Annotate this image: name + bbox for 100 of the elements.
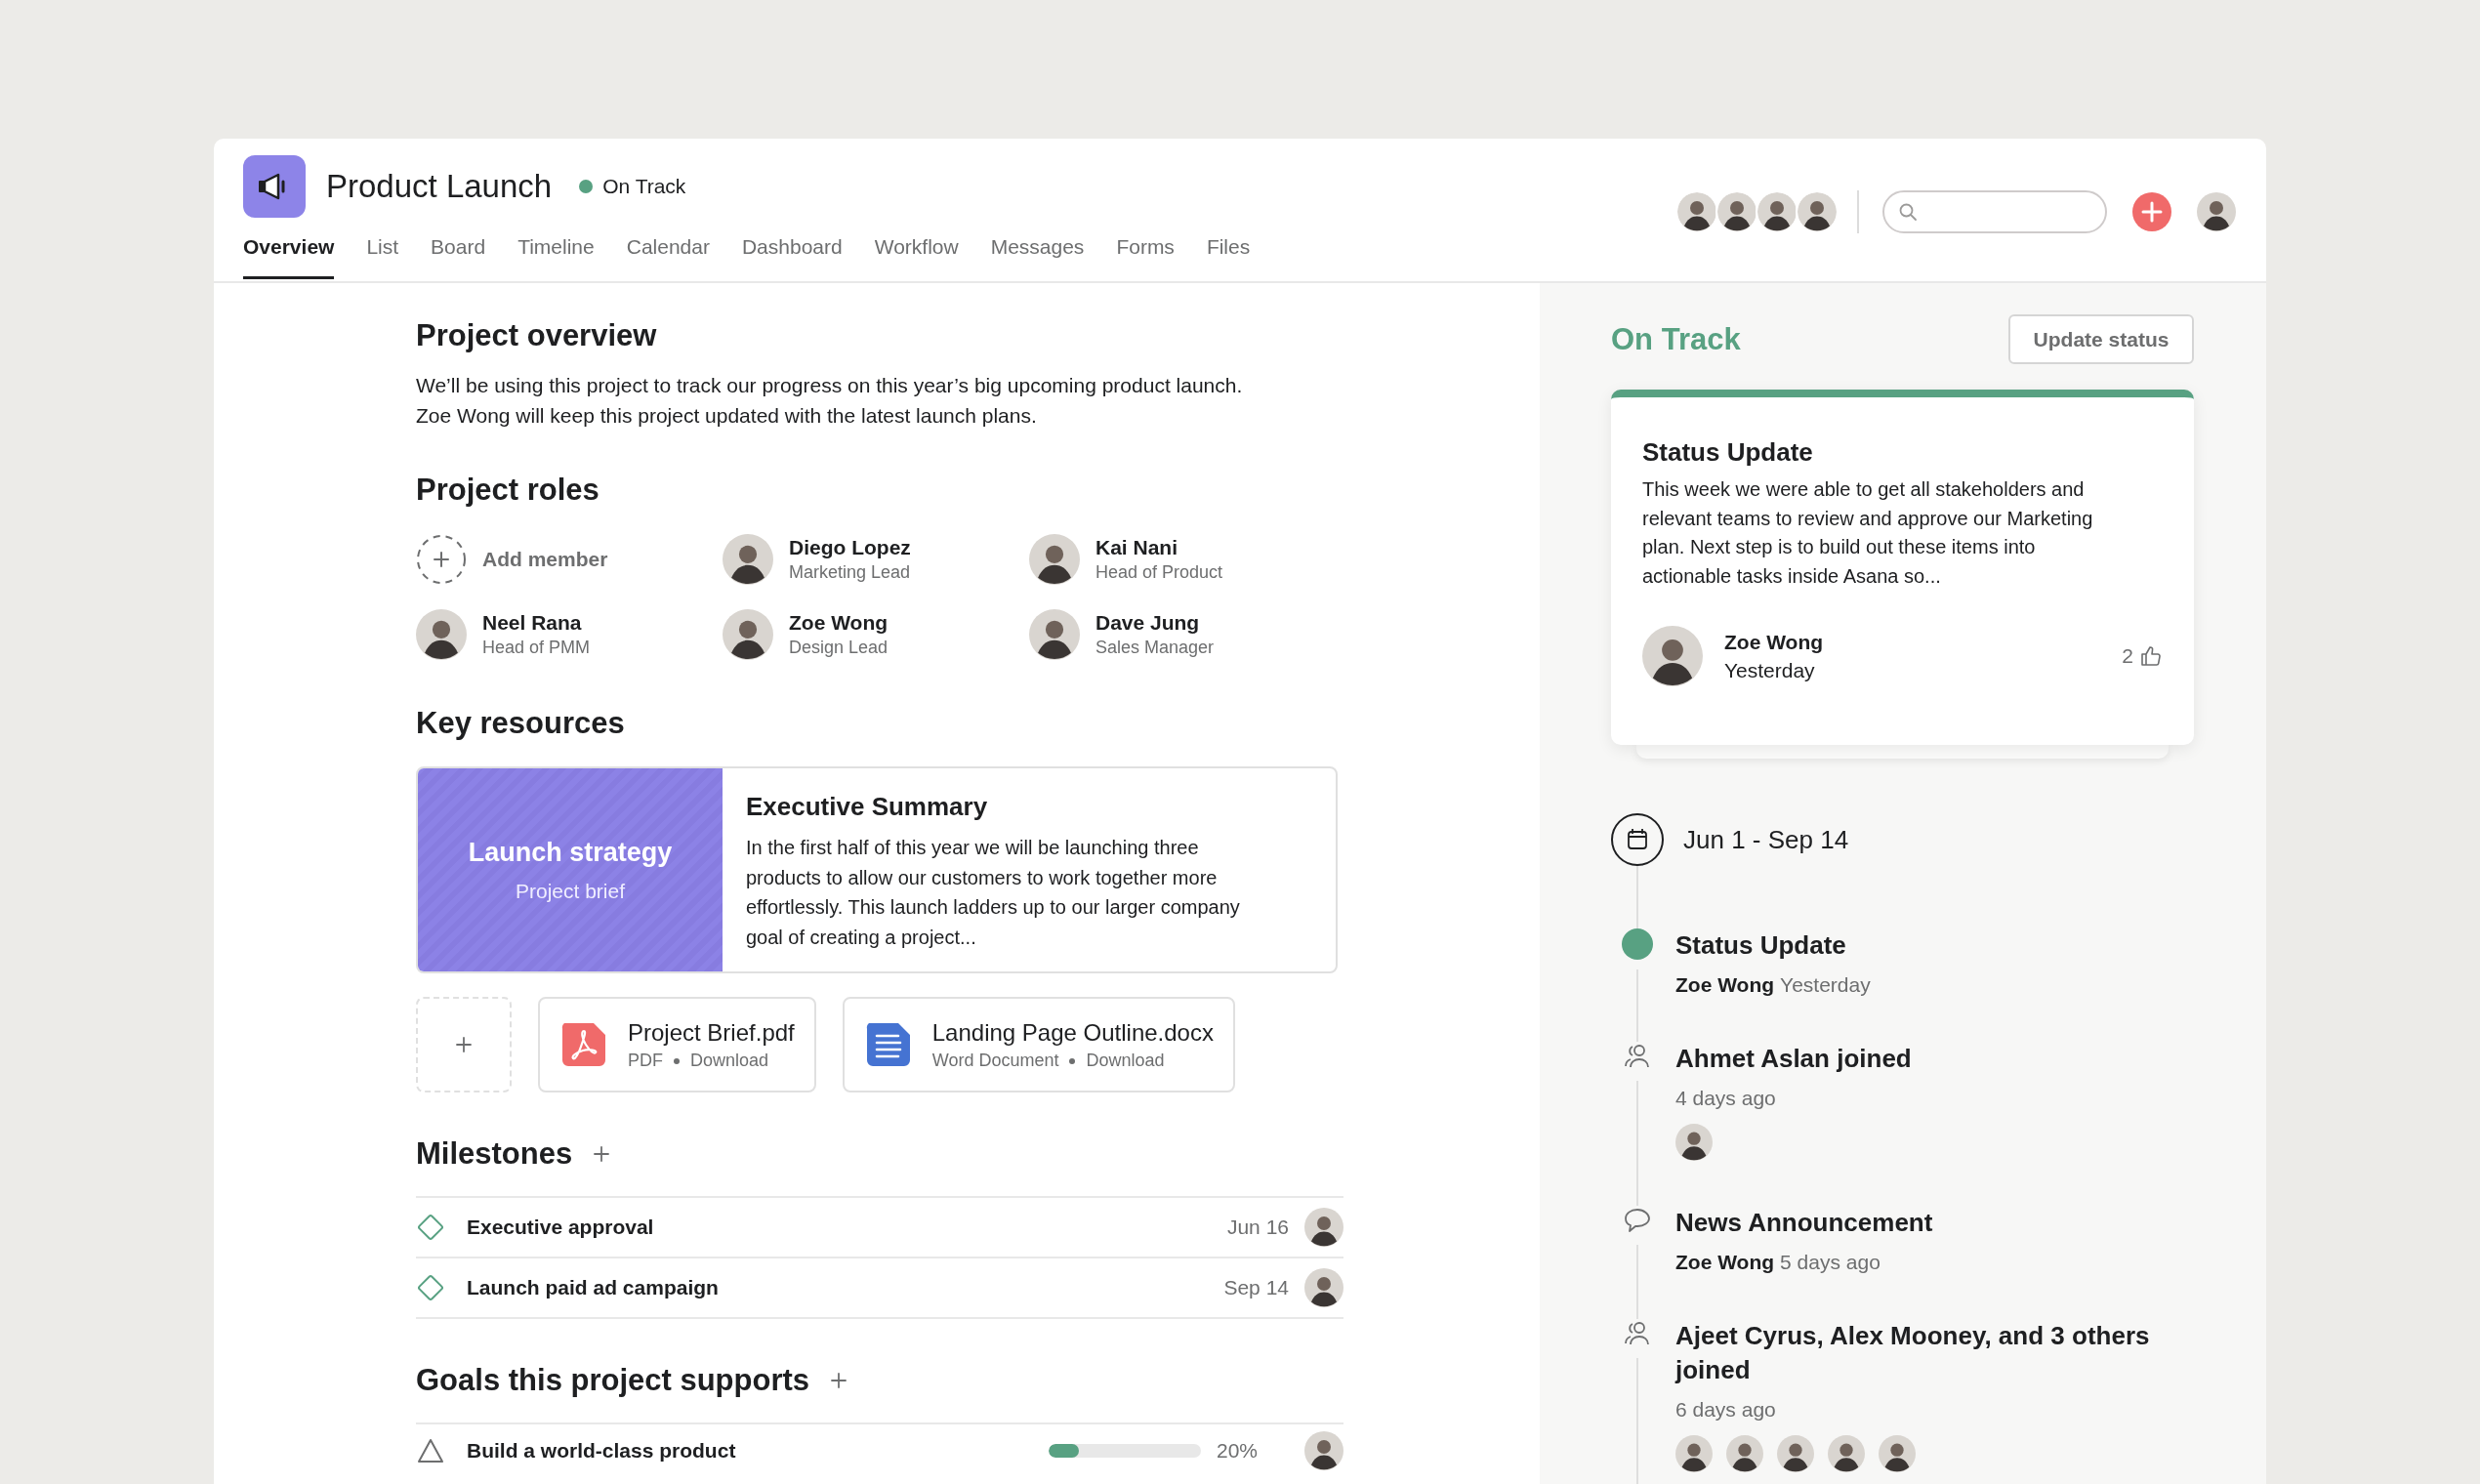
- download-link[interactable]: Download: [1086, 1051, 1165, 1071]
- section-heading: Goals this project supports: [416, 1362, 810, 1399]
- avatar: [1756, 190, 1798, 233]
- search-icon: [1898, 202, 1918, 222]
- member-role: Sales Manager: [1095, 637, 1215, 659]
- author-name: Zoe Wong: [1675, 1251, 1775, 1273]
- avatar: [416, 609, 467, 660]
- card-text: This week we were able to get all stakeholders and relevant teams to review and approve our Marketing plan. Next step is to build out these items into actionable tasks inside Asana so...: [1642, 477, 2094, 589]
- member-name: Neel Rana: [482, 610, 583, 636]
- tab[interactable]: Dashboard: [741, 218, 843, 279]
- timestamp: Yesterday: [1780, 973, 1871, 996]
- resource-subtitle: Project brief: [515, 879, 625, 903]
- add-icon[interactable]: [592, 1144, 612, 1164]
- tab[interactable]: Overview: [243, 218, 335, 279]
- timestamp: Yesterday: [1724, 658, 1816, 683]
- calendar-icon: [1611, 813, 1664, 866]
- add-icon[interactable]: [829, 1371, 849, 1390]
- section-heading: Key resources: [416, 705, 626, 742]
- avatar: [1828, 1435, 1865, 1472]
- avatar: [1726, 1435, 1763, 1472]
- event-title: News Announcement: [1675, 1207, 1934, 1239]
- timestamp: 6 days ago: [1675, 1398, 1777, 1422]
- tab[interactable]: Messages: [990, 218, 1085, 279]
- like-button[interactable]: 2: [2122, 644, 2163, 668]
- thumbs-up-icon: [2139, 644, 2163, 668]
- resource-card[interactable]: [416, 766, 1338, 973]
- avatar: [723, 609, 773, 660]
- avatar: [1642, 626, 1703, 686]
- card-title: Status Update: [1642, 436, 1814, 468]
- download-link[interactable]: Download: [690, 1051, 769, 1071]
- file-name: Project Brief.pdf: [628, 1018, 795, 1048]
- member-role: Marketing Lead: [789, 561, 911, 584]
- event-title: Status Update: [1675, 929, 1847, 962]
- add-member-icon: [416, 534, 467, 585]
- diamond-icon: [416, 1273, 445, 1302]
- resource-title: Launch strategy: [468, 837, 673, 868]
- overview-text: We’ll be using this project to track our progress on this year’s big upcoming product launch. Zoe Wong will keep this project updated with the latest launch plans.: [416, 373, 1244, 429]
- milestone-date: Sep 14: [1223, 1276, 1289, 1299]
- tab[interactable]: Calendar: [626, 218, 710, 279]
- file-name: Landing Page Outline.docx: [931, 1018, 1214, 1048]
- event-title: Ahmet Aslan joined: [1675, 1043, 1913, 1075]
- diamond-icon: [416, 1213, 445, 1242]
- member-name: Dave Jung: [1095, 610, 1201, 636]
- tab[interactable]: Timeline: [517, 218, 595, 279]
- file-card[interactable]: Landing Page Outline.docx Word Document Download: [842, 997, 1235, 1092]
- status-label: On Track: [602, 175, 686, 198]
- member-name: Diego Lopez: [789, 535, 911, 560]
- comment-icon: [1623, 1206, 1652, 1235]
- add-member-button[interactable]: Add member: [416, 534, 723, 585]
- avatar: [1675, 1435, 1713, 1472]
- search-field[interactable]: [1882, 190, 2107, 233]
- section-heading: Project roles: [416, 472, 600, 509]
- author-name: Zoe Wong: [1675, 973, 1775, 996]
- tab[interactable]: Forms: [1116, 218, 1175, 279]
- avatar: [1029, 534, 1080, 585]
- member-name: Zoe Wong: [789, 610, 889, 636]
- member-role: Design Lead: [789, 637, 889, 659]
- event-title: Ajeet Cyrus, Alex Mooney, and 3 others joined: [1675, 1320, 2151, 1386]
- progress-percent: 20%: [1217, 1439, 1260, 1463]
- milestone-title[interactable]: Launch paid ad campaign: [467, 1276, 1224, 1299]
- avatar: [1304, 1431, 1343, 1470]
- avatar: [1777, 1435, 1814, 1472]
- avatar: [2197, 192, 2236, 231]
- avatar: [1675, 190, 1718, 233]
- file-type: Word Document: [931, 1051, 1059, 1071]
- section-heading: Milestones: [416, 1135, 573, 1173]
- goal-title[interactable]: Build a world-class product: [467, 1439, 1049, 1463]
- triangle-icon: [416, 1436, 445, 1465]
- summary-title: Executive Summary: [746, 791, 989, 823]
- timestamp: 5 days ago: [1780, 1251, 1881, 1273]
- project-title: Product Launch: [326, 168, 553, 205]
- milestone-title[interactable]: Executive approval: [467, 1216, 1227, 1239]
- timestamp: 4 days ago: [1675, 1087, 1777, 1110]
- status-dot: [1622, 928, 1653, 960]
- add-button[interactable]: [2132, 192, 2171, 231]
- add-icon: [454, 1035, 474, 1054]
- avatar: [1796, 190, 1839, 233]
- date-range: Jun 1 - Sep 14: [1683, 824, 1849, 855]
- status-heading: On Track: [1611, 321, 1741, 357]
- megaphone-icon: [243, 155, 306, 218]
- member-role: Head of Product: [1095, 561, 1223, 584]
- member-role: Head of PMM: [482, 637, 591, 659]
- file-type: PDF: [628, 1051, 663, 1071]
- tab[interactable]: Board: [431, 218, 486, 279]
- avatar: [1304, 1268, 1343, 1307]
- author-name: Zoe Wong: [1724, 630, 1825, 655]
- avatar: [723, 534, 773, 585]
- section-heading: Project overview: [416, 317, 658, 354]
- summary-text: In the first half of this year we will be launching three products to allow our customers to work together more effortlessly. This launch ladders up to our larger company goal of creating a project...: [746, 836, 1240, 950]
- milestone-date: Jun 16: [1226, 1216, 1289, 1239]
- avatar: [1029, 609, 1080, 660]
- avatar: [1675, 1124, 1713, 1161]
- tab[interactable]: Files: [1206, 218, 1251, 279]
- member-name: Kai Nani: [1095, 535, 1179, 560]
- tab[interactable]: List: [366, 218, 399, 279]
- file-card[interactable]: Project Brief.pdf PDF Download: [538, 997, 816, 1092]
- update-status-button[interactable]: Update status: [2008, 314, 2194, 364]
- avatar: [1304, 1208, 1343, 1247]
- avatar: [1715, 190, 1758, 233]
- tab[interactable]: Workflow: [874, 218, 959, 279]
